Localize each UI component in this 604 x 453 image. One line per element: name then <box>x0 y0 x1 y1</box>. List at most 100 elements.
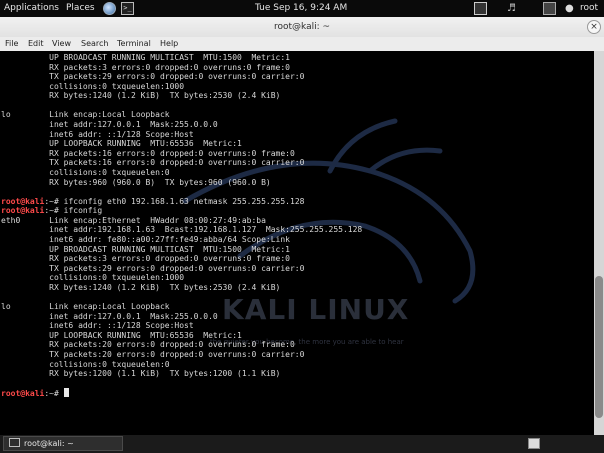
terminal-launcher-icon[interactable]: >_ <box>121 2 134 15</box>
close-icon: × <box>590 22 598 32</box>
user-icon: ● <box>565 3 574 14</box>
output-line: RX packets:20 errors:0 dropped:0 overrun… <box>1 340 362 350</box>
output-line: TX packets:20 errors:0 dropped:0 overrun… <box>1 350 362 360</box>
terminal-view[interactable]: KALI LINUX the quieter you become, the m… <box>0 51 594 435</box>
output-line: collisions:0 txqueuelen:1000 <box>1 82 362 92</box>
applications-menu[interactable]: Applications <box>4 0 59 17</box>
output-line: collisions:0 txqueuelen:0 <box>1 168 362 178</box>
output-line: RX packets:16 errors:0 dropped:0 overrun… <box>1 149 362 159</box>
output-line: UP BROADCAST RUNNING MULTICAST MTU:1500 … <box>1 245 362 255</box>
close-button[interactable]: × <box>587 20 601 34</box>
output-line: UP BROADCAST RUNNING MULTICAST MTU:1500 … <box>1 53 362 63</box>
output-text: RX packets:3 errors:0 dropped:0 overruns… <box>1 254 290 264</box>
output-line: eth0 Link encap:Ethernet HWaddr 08:00:27… <box>1 216 362 226</box>
window-titlebar[interactable]: root@kali: ~ × <box>0 17 604 38</box>
command-text: ifconfig <box>63 206 103 216</box>
prompt-suffix: :~# <box>44 389 64 399</box>
output-text: TX packets:29 errors:0 dropped:0 overrun… <box>1 72 305 82</box>
output-text: TX packets:29 errors:0 dropped:0 overrun… <box>1 263 305 273</box>
output-text: inet6 addr: fe80::a00:27ff:fe49:abba/64 … <box>1 234 290 244</box>
scrollbar[interactable] <box>594 51 604 435</box>
output-line: TX packets:29 errors:0 dropped:0 overrun… <box>1 72 362 82</box>
output-text: RX packets:3 errors:0 dropped:0 overruns… <box>1 62 290 72</box>
output-line: RX bytes:1240 (1.2 KiB) TX bytes:2530 (2… <box>1 283 362 293</box>
output-line: TX packets:29 errors:0 dropped:0 overrun… <box>1 264 362 274</box>
workspace-switcher[interactable] <box>528 438 540 449</box>
output-line: UP LOOPBACK RUNNING MTU:65536 Metric:1 <box>1 139 362 149</box>
output-text: collisions:0 txqueuelen:0 <box>1 167 170 177</box>
output-text: eth0 Link encap:Ethernet HWaddr 08:00:27… <box>1 215 266 225</box>
output-line: lo Link encap:Local Loopback <box>1 302 362 312</box>
taskbar-window-label: root@kali: ~ <box>24 439 74 448</box>
user-menu[interactable]: root <box>580 0 598 17</box>
prompt-suffix: :~# <box>44 196 64 206</box>
menu-terminal[interactable]: Terminal <box>117 37 151 51</box>
prompt-user: root@kali <box>1 206 45 216</box>
output-text: collisions:0 txqueuelen:1000 <box>1 273 185 283</box>
output-text: UP BROADCAST RUNNING MULTICAST MTU:1500 … <box>1 53 290 62</box>
output-text: UP LOOPBACK RUNNING MTU:65536 Metric:1 <box>1 139 242 149</box>
window-title: root@kali: ~ <box>273 22 331 32</box>
volume-icon[interactable]: ♬ <box>507 2 520 15</box>
prompt-line: root@kali:~# ifconfig eth0 192.168.1.63 … <box>1 197 362 207</box>
output-text: lo Link encap:Local Loopback <box>1 302 170 312</box>
output-text: RX bytes:1240 (1.2 KiB) TX bytes:2530 (2… <box>1 91 281 101</box>
output-line: inet6 addr: ::1/128 Scope:Host <box>1 130 362 140</box>
prompt-line: root@kali:~# ifconfig <box>1 206 362 216</box>
output-text: inet6 addr: ::1/128 Scope:Host <box>1 129 194 139</box>
taskbar-window-button[interactable]: root@kali: ~ <box>3 436 123 451</box>
output-line: inet6 addr: ::1/128 Scope:Host <box>1 321 362 331</box>
output-text: inet addr:192.168.1.63 Bcast:192.168.1.1… <box>1 225 363 235</box>
output-line: RX bytes:1240 (1.2 KiB) TX bytes:2530 (2… <box>1 91 362 101</box>
output-line: inet addr:127.0.0.1 Mask:255.0.0.0 <box>1 312 362 322</box>
output-line: inet addr:127.0.0.1 Mask:255.0.0.0 <box>1 120 362 130</box>
output-line: RX bytes:1200 (1.1 KiB) TX bytes:1200 (1… <box>1 369 362 379</box>
output-line: RX bytes:960 (960.0 B) TX bytes:960 (960… <box>1 178 362 188</box>
prompt-user: root@kali <box>1 389 45 399</box>
output-text: inet addr:127.0.0.1 Mask:255.0.0.0 <box>1 120 218 130</box>
output-text: UP LOOPBACK RUNNING MTU:65536 Metric:1 <box>1 330 242 340</box>
top-panel: Applications Places >_ Tue Sep 16, 9:24 … <box>0 0 604 17</box>
output-text: RX packets:16 errors:0 dropped:0 overrun… <box>1 148 295 158</box>
output-text: TX packets:16 errors:0 dropped:0 overrun… <box>1 158 305 168</box>
network-icon[interactable] <box>543 2 556 15</box>
output-text: RX bytes:960 (960.0 B) TX bytes:960 (960… <box>1 177 271 187</box>
output-line: UP LOOPBACK RUNNING MTU:65536 Metric:1 <box>1 331 362 341</box>
menu-edit[interactable]: Edit <box>28 37 44 51</box>
bottom-taskbar: root@kali: ~ <box>0 435 604 453</box>
browser-launcher-icon[interactable] <box>103 2 116 15</box>
output-text: RX packets:20 errors:0 dropped:0 overrun… <box>1 340 295 350</box>
output-text: collisions:0 txqueuelen:0 <box>1 359 170 369</box>
output-line: collisions:0 txqueuelen:0 <box>1 360 362 370</box>
output-line: TX packets:16 errors:0 dropped:0 overrun… <box>1 158 362 168</box>
output-text: TX packets:20 errors:0 dropped:0 overrun… <box>1 349 305 359</box>
output-line: inet addr:192.168.1.63 Bcast:192.168.1.1… <box>1 225 362 235</box>
output-text: UP BROADCAST RUNNING MULTICAST MTU:1500 … <box>1 244 290 254</box>
prompt-line: root@kali:~# <box>1 388 362 398</box>
text-cursor <box>63 388 69 398</box>
output-text: inet addr:127.0.0.1 Mask:255.0.0.0 <box>1 311 218 321</box>
menu-bar: File Edit View Search Terminal Help <box>0 37 604 51</box>
prompt-user: root@kali <box>1 196 45 206</box>
output-line: lo Link encap:Local Loopback <box>1 110 362 120</box>
menu-view[interactable]: View <box>52 37 71 51</box>
places-menu[interactable]: Places <box>66 0 95 17</box>
menu-help[interactable]: Help <box>160 37 178 51</box>
output-line: RX packets:3 errors:0 dropped:0 overruns… <box>1 63 362 73</box>
accessibility-icon[interactable] <box>474 2 487 15</box>
output-text: RX bytes:1240 (1.2 KiB) TX bytes:2530 (2… <box>1 282 281 292</box>
command-text: ifconfig eth0 192.168.1.63 netmask 255.2… <box>63 196 305 206</box>
output-line: collisions:0 txqueuelen:1000 <box>1 273 362 283</box>
terminal-output: UP BROADCAST RUNNING MULTICAST MTU:1500 … <box>1 53 362 398</box>
output-line: inet6 addr: fe80::a00:27ff:fe49:abba/64 … <box>1 235 362 245</box>
menu-search[interactable]: Search <box>81 37 108 51</box>
clock[interactable]: Tue Sep 16, 9:24 AM <box>255 0 347 17</box>
menu-file[interactable]: File <box>5 37 18 51</box>
output-text: inet6 addr: ::1/128 Scope:Host <box>1 321 194 331</box>
scrollbar-thumb[interactable] <box>595 276 603 418</box>
prompt-suffix: :~# <box>44 206 64 216</box>
